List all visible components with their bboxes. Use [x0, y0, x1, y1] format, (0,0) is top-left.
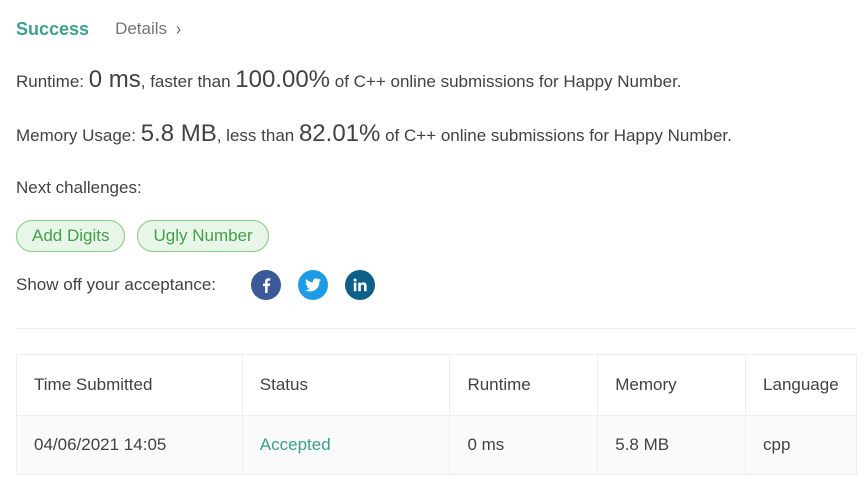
table-row: 04/06/2021 14:05 Accepted 0 ms 5.8 MB cp… — [16, 415, 857, 475]
runtime-suffix: of C++ online submissions for Happy Numb… — [330, 72, 682, 91]
column-header-language: Language — [745, 354, 857, 416]
twitter-icon[interactable] — [298, 270, 328, 300]
result-status: Success — [16, 18, 90, 39]
submissions-table: Time Submitted Status Runtime Memory Lan… — [16, 354, 857, 475]
memory-percentile: 82.01% — [298, 120, 381, 147]
challenge-ugly-number[interactable]: Ugly Number — [137, 220, 269, 252]
submission-result-panel: Success Details › Runtime: 0 ms, faster … — [0, 0, 865, 498]
details-label: Details — [115, 19, 168, 38]
column-header-memory: Memory — [597, 354, 746, 416]
cell-runtime: 0 ms — [449, 415, 598, 475]
cell-status-link[interactable]: Accepted — [241, 415, 450, 475]
runtime-label: Runtime: — [16, 72, 89, 91]
challenge-add-digits[interactable]: Add Digits — [16, 220, 126, 252]
memory-comparison: , less than — [216, 126, 299, 145]
cell-memory: 5.8 MB — [597, 415, 746, 475]
runtime-value: 0 ms — [88, 66, 141, 93]
section-divider — [16, 328, 856, 329]
memory-summary: Memory Usage: 5.8 MB, less than 82.01% o… — [16, 120, 732, 148]
column-header-time-submitted: Time Submitted — [16, 354, 243, 416]
runtime-summary: Runtime: 0 ms, faster than 100.00% of C+… — [16, 66, 682, 94]
column-header-status: Status — [241, 354, 450, 416]
result-header: Success Details › — [16, 16, 181, 42]
chevron-right-icon: › — [176, 18, 182, 40]
memory-suffix: of C++ online submissions for Happy Numb… — [380, 126, 732, 145]
facebook-icon[interactable] — [251, 270, 281, 300]
table-header-row: Time Submitted Status Runtime Memory Lan… — [16, 354, 857, 416]
next-challenges-list: Add Digits Ugly Number — [16, 220, 281, 252]
details-link[interactable]: Details › — [115, 19, 181, 39]
linkedin-icon[interactable] — [345, 270, 375, 300]
runtime-percentile: 100.00% — [235, 66, 331, 93]
share-label: Show off your acceptance: — [16, 275, 217, 294]
column-header-runtime: Runtime — [449, 354, 598, 416]
cell-time-submitted: 04/06/2021 14:05 — [16, 415, 243, 475]
runtime-comparison: , faster than — [140, 72, 236, 91]
next-challenges-label: Next challenges: — [16, 178, 142, 197]
cell-language: cpp — [745, 415, 857, 475]
memory-value: 5.8 MB — [140, 120, 217, 147]
share-row: Show off your acceptance: — [16, 270, 392, 300]
memory-label: Memory Usage: — [16, 126, 141, 145]
